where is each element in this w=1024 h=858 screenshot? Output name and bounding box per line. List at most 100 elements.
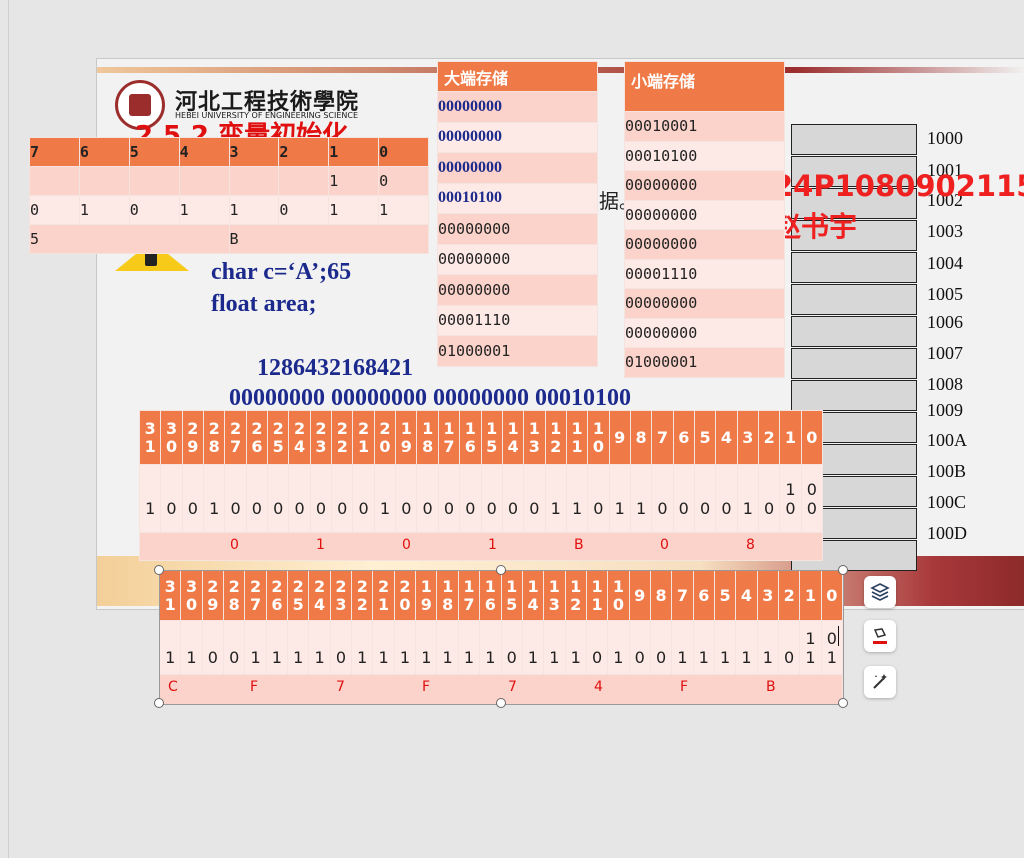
- memory-cell: [791, 316, 917, 347]
- address-label: 1003: [927, 221, 963, 241]
- bit-index-cell: 3: [736, 410, 759, 465]
- bit-index-cell: 30: [160, 410, 183, 465]
- bit-overflow-value: [631, 480, 651, 499]
- bit-overflow-value: [225, 480, 245, 499]
- bit-value: 0: [678, 498, 689, 518]
- bit-value: 1: [614, 498, 625, 518]
- student-id[interactable]: 24P1080902115: [773, 168, 1024, 204]
- bit-index-cell: 7: [651, 410, 674, 465]
- bit-overflow-value: [759, 480, 779, 499]
- bit-value: 0: [806, 498, 817, 518]
- big-endian-title: 大端存储: [437, 61, 598, 92]
- hex-digit: 8: [746, 537, 755, 553]
- address-label: 100A: [927, 430, 967, 450]
- resize-handle-bottom[interactable]: [496, 698, 506, 708]
- layers-icon[interactable]: [864, 576, 896, 608]
- bit-value: 0: [251, 498, 262, 518]
- bit-value: 1: [379, 498, 391, 518]
- bit-overflow-value: [588, 480, 608, 499]
- bit-value: 0: [187, 498, 198, 518]
- bit-index-cell: 23: [309, 410, 333, 465]
- bit-header-cell: 5: [128, 137, 180, 167]
- bit-index-cell: 22: [331, 410, 354, 465]
- bit-weights: 1286432168421: [257, 355, 413, 381]
- memory-byte: 00000000: [437, 274, 598, 306]
- bit-value-cell: 0: [459, 464, 482, 533]
- code-line-1: char c=‘A’;65: [211, 259, 352, 285]
- bit-value: 1: [145, 498, 156, 518]
- bit-value: 0: [358, 498, 369, 518]
- memory-row: 00000000: [437, 91, 598, 123]
- bit-value-cell: 0: [395, 464, 418, 533]
- bit-value-cell: 0: [651, 464, 674, 533]
- resize-handle-bottom-left[interactable]: [154, 698, 164, 708]
- memory-row: 00000000: [437, 121, 598, 153]
- hex-digit: 0: [402, 537, 411, 553]
- memory-byte: 01000001: [624, 347, 785, 378]
- bit-overflow-value: [439, 480, 459, 499]
- bit-value-cell: 0: [480, 464, 503, 533]
- bit-value-cell: 1: [629, 464, 653, 533]
- bit-overflow-value: [652, 480, 672, 499]
- bit-value-cell: 10: [779, 464, 802, 533]
- bit-table-header: 76543210: [29, 137, 429, 167]
- hex-digit-high: 5: [29, 224, 230, 254]
- bit-value: 1: [209, 498, 220, 518]
- student-name[interactable]: 赵书宇: [773, 205, 857, 245]
- resize-handle-top-left[interactable]: [154, 565, 164, 575]
- bit-value: 0: [166, 498, 177, 518]
- bit-value: 1: [571, 498, 583, 518]
- memory-row: 00010001: [624, 111, 785, 142]
- bit-value: 0: [764, 498, 775, 518]
- bit-table-row: 10: [29, 166, 429, 196]
- memory-row: 00001110: [437, 304, 598, 336]
- magic-wand-icon[interactable]: [864, 666, 896, 698]
- bit-index-cell: 0: [800, 410, 824, 465]
- resize-handle-top-right[interactable]: [838, 565, 848, 575]
- bit32-table-a[interactable]: 3130292827262524232221201918171615141312…: [138, 410, 824, 561]
- bit-overflow-value: [567, 480, 587, 499]
- bit-value: 1: [550, 498, 561, 518]
- bit-header-cell: 0: [378, 137, 429, 167]
- bit-overflow-value: [460, 480, 480, 499]
- bit-index-cell: 1: [779, 410, 802, 465]
- address-label: 100B: [927, 461, 967, 481]
- bit-table[interactable]: 76543210 10 01011011 5 B: [29, 137, 429, 254]
- bit-overflow-value: [695, 480, 715, 499]
- resize-handle-top[interactable]: [496, 565, 506, 575]
- bit-value-cell: 0: [331, 464, 354, 533]
- memory-cell: [791, 124, 917, 155]
- bit-cell: 1: [328, 166, 380, 196]
- resize-handle-bottom-right[interactable]: [838, 698, 848, 708]
- bit-value-cell: 1: [138, 464, 162, 533]
- bit-value-cell: 0: [181, 464, 205, 533]
- bit-overflow-value: [353, 480, 373, 499]
- bit-index-cell: 11: [565, 410, 589, 465]
- memory-row: 00010100: [624, 140, 785, 171]
- address-label: 1007: [927, 343, 963, 363]
- address-label: 100C: [927, 492, 967, 512]
- bit-value: 1: [742, 498, 753, 518]
- big-endian-table[interactable]: 大端存储 00000000 00000000 00000000 00010100 000…: [437, 61, 598, 367]
- bit-value-cell: 0: [523, 464, 546, 533]
- bit-index-cell: 8: [629, 410, 653, 465]
- bit-cell: [78, 166, 130, 196]
- memory-row: 00010100: [437, 182, 598, 214]
- bit-value: 0: [657, 498, 668, 518]
- bit-index-cell: 20: [373, 410, 397, 465]
- bit-overflow-value: [674, 480, 694, 499]
- bit-table-row: 01011011: [29, 195, 429, 225]
- bit-cell: [278, 166, 330, 196]
- memory-byte: 00010100: [437, 182, 598, 214]
- bit-index-cell: 6: [672, 410, 695, 465]
- little-endian-table[interactable]: 小端存储 00010001 00010100 00000000 00000000 000…: [624, 61, 785, 378]
- address-label: 1005: [927, 284, 963, 304]
- bit-index-cell: 18: [416, 410, 439, 465]
- paint-format-icon[interactable]: [864, 620, 896, 652]
- bit-index-cell: 4: [715, 410, 738, 465]
- bit-overflow-value: [289, 480, 309, 499]
- hex-digit: B: [574, 537, 584, 553]
- memory-byte: 00001110: [624, 258, 785, 289]
- bit-cell: 1: [378, 195, 429, 225]
- selection-box[interactable]: [159, 570, 844, 705]
